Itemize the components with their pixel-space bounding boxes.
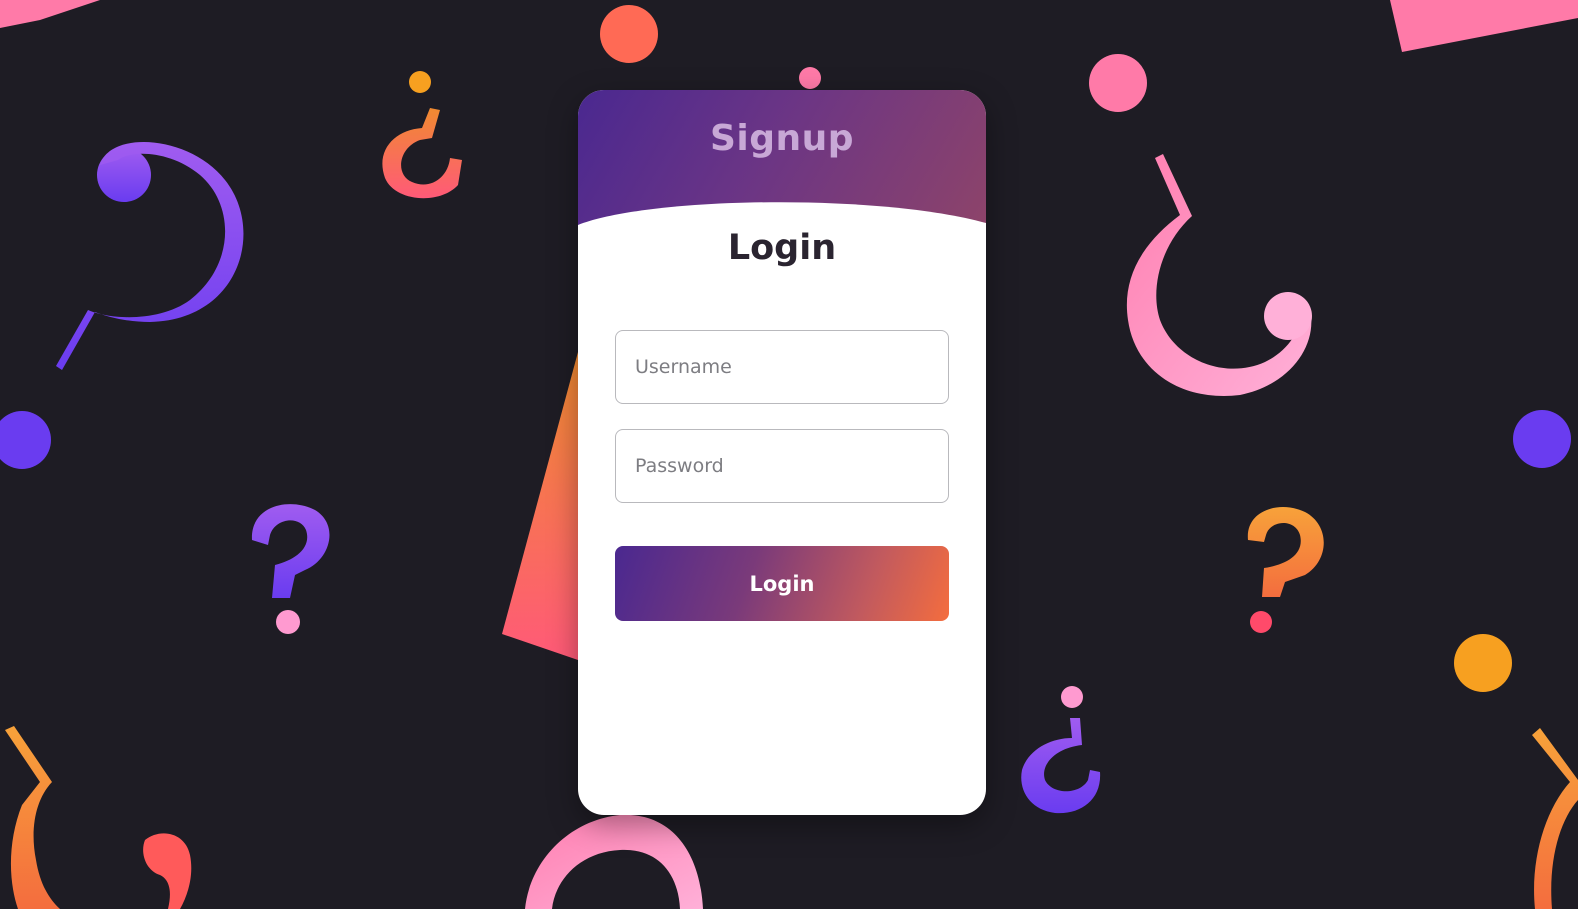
inverted-question-decoration [525,814,703,909]
dot-decoration [600,5,658,63]
inverted-question-decoration [382,108,462,199]
auth-card: Signup Login Login [578,90,986,815]
dot-decoration [1089,54,1147,112]
inverted-question-decoration [5,726,192,909]
inverted-question-decoration [1021,718,1101,814]
dot-decoration [0,411,51,469]
question-mark-decoration [1247,507,1324,633]
inverted-question-decoration [1532,728,1578,909]
signup-tab[interactable]: Signup [578,118,986,159]
triangle-decoration [502,352,578,660]
dot-decoration [1513,410,1571,468]
login-button[interactable]: Login [615,546,949,621]
inverted-question-decoration [1126,154,1312,396]
question-mark-decoration [56,142,244,370]
dot-decoration [1454,634,1512,692]
password-input[interactable] [615,429,949,503]
username-input[interactable] [615,330,949,404]
pink-shape-decoration [1390,0,1578,52]
question-mark-decoration [251,504,330,634]
login-title: Login [727,228,837,268]
pink-shape-decoration [0,0,100,28]
dot-decoration [1061,686,1083,708]
dot-decoration [409,71,431,93]
dot-decoration [799,67,821,89]
